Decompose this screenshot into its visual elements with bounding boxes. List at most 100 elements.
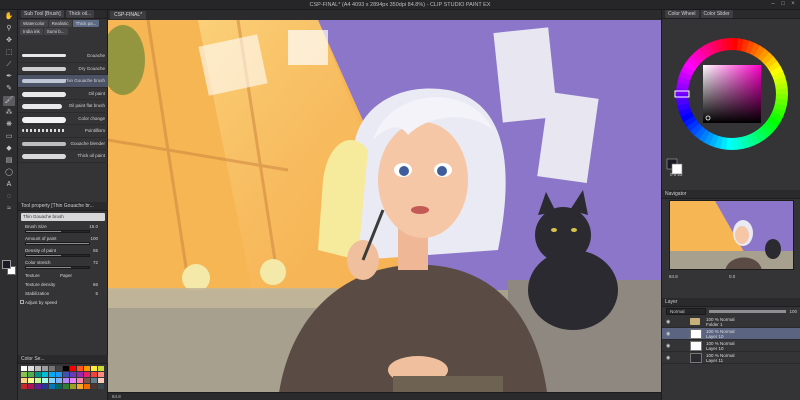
fill-tool-icon[interactable]: ◆ xyxy=(3,144,15,154)
brush-item[interactable]: Gouache blender xyxy=(18,138,108,150)
stabilization-value[interactable]: 5 xyxy=(95,289,98,298)
hsv-readout[interactable]: 0 0 22 xyxy=(670,172,683,177)
subtab-sumi[interactable]: Sumi b... xyxy=(43,28,68,35)
navigator-zoom-value[interactable]: 84.8 xyxy=(669,274,678,279)
subtab-india-ink[interactable]: India ink xyxy=(20,28,43,35)
color-wheel[interactable] xyxy=(662,19,800,184)
brush-item[interactable]: Oil paint xyxy=(18,88,108,100)
subtab-thick-paint[interactable]: Thick pa... xyxy=(72,20,100,27)
eye-icon[interactable]: ◉ xyxy=(666,355,670,361)
eye-icon[interactable]: ◉ xyxy=(666,319,670,325)
opacity-value[interactable]: 100 xyxy=(789,309,797,314)
eye-icon[interactable]: ◉ xyxy=(666,331,670,337)
color-set-swatch[interactable] xyxy=(63,372,69,377)
color-slider-tab[interactable]: Color Slider xyxy=(700,10,733,18)
color-set-swatch[interactable] xyxy=(91,372,97,377)
color-set-swatch[interactable] xyxy=(49,366,55,371)
color-set-swatch[interactable] xyxy=(91,384,97,389)
navigator-thumbnail[interactable] xyxy=(669,200,794,270)
color-set-swatch[interactable] xyxy=(91,378,97,383)
color-set-swatch[interactable] xyxy=(21,366,27,371)
color-set-swatch[interactable] xyxy=(70,384,76,389)
sub-tool-tab[interactable]: Sub Tool [Brush] xyxy=(21,10,64,18)
layer-row-folder[interactable]: ◉ 100 % Normal Folder 1 xyxy=(662,316,800,328)
color-set-swatch[interactable] xyxy=(77,366,83,371)
zoom-readout[interactable]: 84.8 xyxy=(112,394,121,399)
color-set-swatch[interactable] xyxy=(84,372,90,377)
brush-item[interactable]: Color change xyxy=(18,113,108,125)
pencil-tool-icon[interactable]: ✎ xyxy=(3,84,15,94)
color-set-swatch[interactable] xyxy=(77,378,83,383)
decoration-tool-icon[interactable]: ❋ xyxy=(3,120,15,130)
color-set-swatch[interactable] xyxy=(84,384,90,389)
color-set-swatch[interactable] xyxy=(21,372,27,377)
color-stretch-slider[interactable] xyxy=(25,266,90,269)
select-tool-icon[interactable]: ⬚ xyxy=(3,48,15,58)
texture-density-value[interactable]: 66 xyxy=(93,280,98,289)
balloon-tool-icon[interactable]: ◌ xyxy=(3,192,15,202)
color-set-swatch[interactable] xyxy=(63,384,69,389)
prop-adjust-by-speed[interactable]: Adjust by speed xyxy=(18,298,108,307)
eye-icon[interactable]: ◉ xyxy=(666,343,670,349)
color-set-swatch[interactable] xyxy=(49,372,55,377)
color-wheel-tab[interactable]: Color Wheel xyxy=(665,10,699,18)
navigator-rotate-value[interactable]: 0.0 xyxy=(729,274,735,279)
color-set-swatch[interactable] xyxy=(42,366,48,371)
color-set-swatch[interactable] xyxy=(98,384,104,389)
main-sub-color[interactable] xyxy=(2,260,16,278)
drawing-canvas[interactable] xyxy=(108,20,661,400)
color-set-swatch[interactable] xyxy=(49,378,55,383)
color-set-swatch[interactable] xyxy=(42,384,48,389)
document-tab[interactable]: CSP-FINAL* xyxy=(110,11,147,19)
color-set-swatch[interactable] xyxy=(98,372,104,377)
color-set-swatch[interactable] xyxy=(28,366,34,371)
layer-row[interactable]: ◉ 100 % Normal Layer 11 xyxy=(662,352,800,364)
airbrush-tool-icon[interactable]: ⁂ xyxy=(3,108,15,118)
prop-density-of-paint[interactable]: Density of paint 55 xyxy=(18,247,108,259)
color-set-swatch[interactable] xyxy=(35,378,41,383)
maximize-button[interactable]: □ xyxy=(779,1,787,8)
color-set-swatch[interactable] xyxy=(98,366,104,371)
navigator-zoom[interactable]: 84.8 0.0 xyxy=(669,274,794,280)
prop-color-stretch[interactable]: Color stretch 72 xyxy=(18,259,108,271)
prop-stabilization[interactable]: Stabilization 5 xyxy=(18,289,108,298)
subtab-realistic[interactable]: Realistic xyxy=(48,20,72,27)
color-set-swatch[interactable] xyxy=(98,378,104,383)
color-set-swatch[interactable] xyxy=(77,384,83,389)
brush-tool-icon[interactable]: 🖌 xyxy=(3,96,15,106)
brush-item[interactable]: Pointillism xyxy=(18,125,108,138)
subtab-watercolor[interactable]: Watercolor xyxy=(20,20,48,27)
color-set-swatch[interactable] xyxy=(63,366,69,371)
text-tool-icon[interactable]: A xyxy=(3,180,15,190)
color-set-swatch[interactable] xyxy=(28,384,34,389)
color-set-swatch[interactable] xyxy=(84,366,90,371)
eyedropper-tool-icon[interactable]: ⟋ xyxy=(3,60,15,70)
layer-row[interactable]: ◉ 100 % Normal Layer 10 xyxy=(662,328,800,340)
color-set-swatch[interactable] xyxy=(28,378,34,383)
figure-tool-icon[interactable]: ◯ xyxy=(3,168,15,178)
adjust-by-speed-checkbox[interactable] xyxy=(20,300,24,304)
color-set-swatch[interactable] xyxy=(63,378,69,383)
texture-value[interactable]: Paper xyxy=(60,271,72,280)
brush-item[interactable]: Thin Gouache brush xyxy=(18,75,108,88)
thick-oil-tab[interactable]: Thick oil... xyxy=(65,10,95,18)
color-set-swatch[interactable] xyxy=(21,384,27,389)
move-tool-icon[interactable]: ✥ xyxy=(3,36,15,46)
brush-size-slider[interactable] xyxy=(25,230,90,233)
color-set-swatch[interactable] xyxy=(70,366,76,371)
blend-mode-select[interactable]: Normal xyxy=(666,308,706,315)
correct-line-tool-icon[interactable]: ≈ xyxy=(3,204,15,214)
color-set-swatch[interactable] xyxy=(28,372,34,377)
prop-brush-size[interactable]: Brush Size 15.0 xyxy=(18,223,108,235)
color-set-swatch[interactable] xyxy=(42,372,48,377)
color-set-swatch[interactable] xyxy=(35,366,41,371)
minimize-button[interactable]: – xyxy=(769,1,777,8)
hand-tool-icon[interactable]: ✋ xyxy=(3,12,15,22)
color-set-swatch[interactable] xyxy=(77,372,83,377)
brush-item[interactable]: Thick oil paint xyxy=(18,150,108,163)
color-set-swatch[interactable] xyxy=(35,372,41,377)
color-set-swatch[interactable] xyxy=(21,378,27,383)
color-set-swatch[interactable] xyxy=(49,384,55,389)
color-set-swatch[interactable] xyxy=(35,384,41,389)
main-color-swatch[interactable] xyxy=(2,260,11,269)
